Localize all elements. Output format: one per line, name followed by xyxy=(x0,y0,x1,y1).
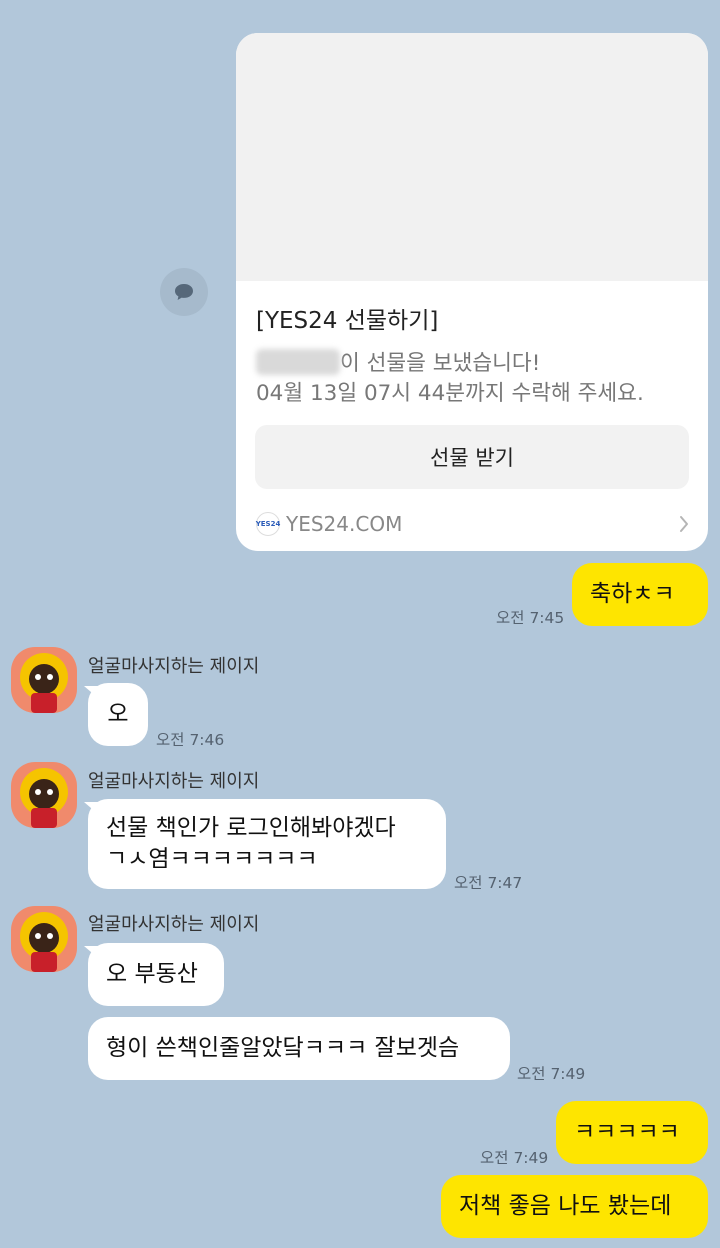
avatar-illustration xyxy=(20,768,68,828)
gift-card-deadline: 04월 13일 07시 44분까지 수락해 주세요. xyxy=(256,381,644,406)
gift-card-footer[interactable]: YES24 YES24.COM xyxy=(256,509,690,539)
yes24-logo: YES24 xyxy=(256,512,280,536)
received-message-bubble[interactable]: 오 부동산 xyxy=(88,943,224,1006)
gift-card-domain: YES24.COM xyxy=(286,512,403,536)
my-message-bubble[interactable]: 저책 좋음 나도 봤는데 xyxy=(441,1175,708,1238)
gift-card[interactable]: [YES24 선물하기] 이 선물을 보냈습니다! 04월 13일 07시 44… xyxy=(236,33,708,551)
sender-name: 얼굴마사지하는 제이지 xyxy=(88,656,260,677)
message-line: ㄱㅅ염ㅋㅋㅋㅋㅋㅋㅋ xyxy=(106,846,318,872)
received-message-bubble[interactable]: 형이 쓴책인줄알았닼ㅋㅋㅋ 잘보겟슴 xyxy=(88,1017,510,1080)
message-time: 오전 7:49 xyxy=(480,1149,549,1167)
blurred-sender-name xyxy=(256,349,340,375)
message-time: 오전 7:46 xyxy=(156,731,225,749)
gift-message-text: 이 선물을 보냈습니다! xyxy=(340,351,541,376)
sender-name: 얼굴마사지하는 제이지 xyxy=(88,914,260,935)
sender-name: 얼굴마사지하는 제이지 xyxy=(88,771,260,792)
gift-card-message: 이 선물을 보냈습니다! xyxy=(256,346,540,377)
message-time: 오전 7:45 xyxy=(496,609,565,627)
my-message-bubble[interactable]: ㅋㅋㅋㅋㅋ xyxy=(556,1101,708,1164)
chevron-right-icon xyxy=(680,516,688,532)
profile-avatar[interactable] xyxy=(11,647,77,713)
profile-avatar[interactable] xyxy=(11,762,77,828)
message-line: 선물 책인가 로그인해봐야겠다 xyxy=(106,815,396,841)
gift-image-placeholder xyxy=(236,33,708,281)
gift-card-title: [YES24 선물하기] xyxy=(256,308,439,334)
received-message-bubble[interactable]: 선물 책인가 로그인해봐야겠다 ㄱㅅ염ㅋㅋㅋㅋㅋㅋㅋ xyxy=(88,799,446,889)
my-message-bubble[interactable]: 축하ㅊㅋ xyxy=(572,563,708,626)
received-message-bubble[interactable]: 오 xyxy=(88,683,148,746)
message-time: 오전 7:49 xyxy=(517,1065,586,1083)
avatar-illustration xyxy=(20,912,68,972)
avatar-illustration xyxy=(20,653,68,713)
profile-avatar[interactable] xyxy=(11,906,77,972)
receive-gift-button[interactable]: 선물 받기 xyxy=(255,425,689,489)
share-button[interactable] xyxy=(160,268,208,316)
message-time: 오전 7:47 xyxy=(454,874,523,892)
share-icon xyxy=(175,284,193,300)
